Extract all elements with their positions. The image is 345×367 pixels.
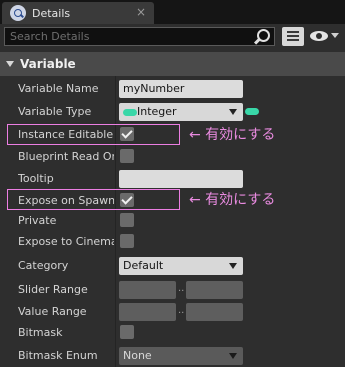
- property-row-value-range: Value Range ..: [0, 301, 345, 323]
- chevron-down-icon: [229, 263, 237, 269]
- property-label: Variable Type: [18, 105, 92, 118]
- property-label: Private: [18, 214, 57, 227]
- chevron-down-icon[interactable]: [331, 33, 339, 38]
- property-label: Variable Name: [18, 82, 99, 95]
- property-row-blueprint-read-only: Blueprint Read Only: [0, 146, 345, 168]
- highlight-box-expose-on-spawn: [7, 189, 180, 210]
- property-label: Slider Range: [18, 283, 88, 296]
- search-box[interactable]: [4, 27, 275, 46]
- type-pin-icon: [123, 108, 137, 116]
- value-range-max-input[interactable]: [186, 303, 243, 321]
- slider-range-max-input[interactable]: [186, 281, 243, 299]
- chevron-down-icon: [229, 353, 237, 359]
- property-label: Blueprint Read Only: [18, 150, 114, 163]
- property-label: Bitmask Enum: [18, 349, 98, 362]
- highlight-box-instance-editable: [7, 124, 180, 145]
- bitmask-enum-value: None: [123, 349, 152, 362]
- eye-icon[interactable]: [310, 30, 330, 42]
- details-info-icon: [10, 5, 26, 21]
- property-row-tooltip: Tooltip: [0, 168, 345, 190]
- property-row-bitmask: Bitmask: [0, 322, 345, 344]
- property-row-bitmask-enum: Bitmask Enum None: [0, 345, 345, 367]
- search-input[interactable]: [5, 28, 235, 45]
- property-row-expose-to-cinematics: Expose to Cinematics: [0, 231, 345, 253]
- property-label: Bitmask: [18, 326, 63, 339]
- variable-name-input[interactable]: myNumber: [119, 80, 243, 98]
- tooltip-input[interactable]: [119, 170, 243, 188]
- bitmask-checkbox[interactable]: [120, 325, 134, 339]
- property-row-category: Category Default: [0, 255, 345, 277]
- annotation-expose-on-spawn: ← 有効にする: [189, 192, 276, 208]
- close-icon[interactable]: ×: [136, 5, 146, 19]
- property-label: Category: [18, 259, 69, 272]
- property-row-slider-range: Slider Range ..: [0, 279, 345, 301]
- search-icon[interactable]: [254, 29, 270, 43]
- property-matrix-button[interactable]: [282, 27, 304, 46]
- collapse-arrow-icon[interactable]: [6, 61, 14, 67]
- variable-type-combo[interactable]: Integer: [119, 103, 243, 121]
- blueprint-read-only-checkbox[interactable]: [120, 149, 134, 163]
- section-header-variable[interactable]: Variable: [0, 52, 345, 76]
- chevron-down-icon: [229, 109, 237, 115]
- tab-bar: Details ×: [0, 0, 345, 24]
- section-title: Variable: [20, 57, 76, 71]
- property-matrix-icon: [287, 31, 299, 33]
- variable-type-value: Integer: [137, 105, 177, 118]
- expose-to-cinematics-checkbox[interactable]: [120, 234, 134, 248]
- value-range-min-input[interactable]: [119, 303, 176, 321]
- annotation-instance-editable: ← 有効にする: [189, 127, 276, 143]
- property-label: Expose to Cinematics: [18, 235, 114, 248]
- tab-title: Details: [32, 6, 71, 20]
- container-type-icon[interactable]: [245, 108, 259, 115]
- category-value: Default: [123, 259, 164, 272]
- range-separator: ..: [178, 283, 185, 294]
- range-separator: ..: [178, 305, 185, 316]
- property-row-private: Private: [0, 210, 345, 232]
- bitmask-enum-combo[interactable]: None: [119, 347, 243, 365]
- property-label: Tooltip: [18, 172, 54, 185]
- property-label: Value Range: [18, 305, 87, 318]
- tab-details[interactable]: Details ×: [2, 2, 154, 24]
- property-row-variable-type: Variable Type Integer: [0, 101, 345, 123]
- category-combo[interactable]: Default: [119, 257, 243, 275]
- slider-range-min-input[interactable]: [119, 281, 176, 299]
- property-row-variable-name: Variable Name myNumber: [0, 78, 345, 100]
- private-checkbox[interactable]: [120, 213, 134, 227]
